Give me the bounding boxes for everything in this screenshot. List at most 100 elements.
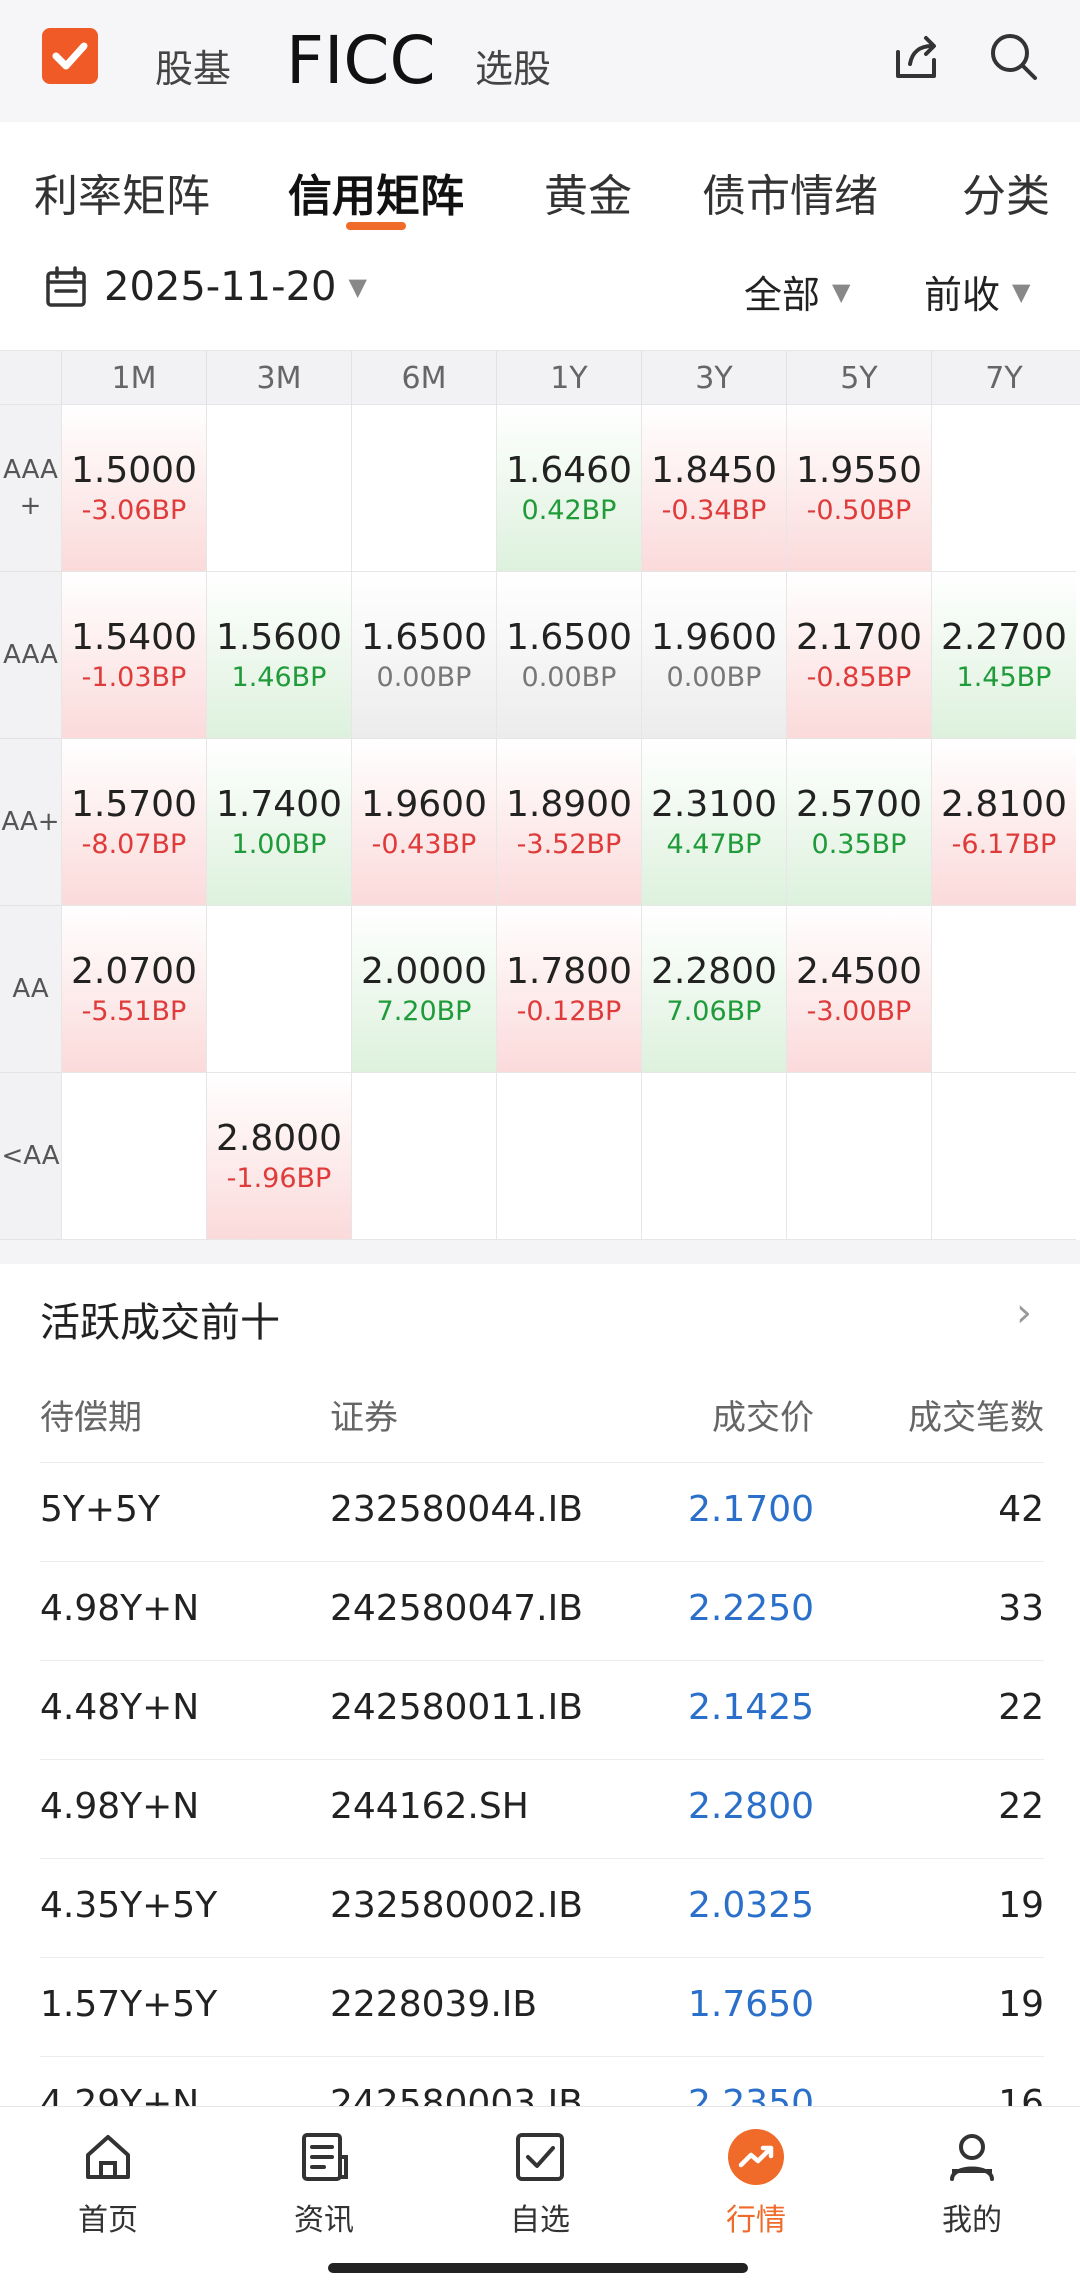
table-row[interactable]: 4.35Y+5Y 232580002.IB 2.0325 19 [40,1858,1044,1957]
tab-rate-matrix[interactable]: 利率矩阵 [34,160,210,224]
top-nav-stock-picker[interactable]: 选股 [475,38,551,93]
matrix-cell[interactable]: 1.5600 1.46BP [206,572,351,739]
matrix-col-header: 1M [61,351,206,406]
section-divider [0,1240,1080,1264]
cell-trade-count: 19 [998,1885,1044,1926]
sub-tab-bar: 利率矩阵 信用矩阵 黄金 债市情绪 分类 [0,122,1080,240]
matrix-cell[interactable]: 1.9600 0.00BP [641,572,786,739]
cell-security: 232580002.IB [330,1885,583,1926]
matrix-cell-change: -0.50BP [806,495,912,526]
matrix-cell-yield: 1.9600 [361,784,487,825]
compare-dropdown[interactable]: 前收 ▼ [924,264,1030,319]
share-icon[interactable] [888,28,946,86]
matrix-cell-yield: 2.2800 [651,951,777,992]
matrix-cell[interactable]: 1.7400 1.00BP [206,739,351,906]
tab-category[interactable]: 分类 [962,160,1050,224]
cell-trade-count: 42 [998,1489,1044,1530]
matrix-cell[interactable]: 1.7800 -0.12BP [496,906,641,1073]
matrix-cell[interactable]: 1.6500 0.00BP [496,572,641,739]
top-nav-ficc[interactable]: FICC [286,22,436,99]
matrix-cell[interactable]: 1.5000 -3.06BP [61,405,206,572]
chevron-right-icon[interactable]: › [1016,1290,1032,1336]
checkbox-icon [516,2133,564,2181]
matrix-cell-yield: 1.7800 [506,951,632,992]
matrix-cell[interactable]: 2.2800 7.06BP [641,906,786,1073]
matrix-cell-change: -0.34BP [661,495,767,526]
tab-credit-matrix[interactable]: 信用矩阵 [288,160,464,224]
date-picker[interactable]: 2025-11-20 ▼ [44,264,367,310]
app-logo[interactable] [42,28,98,84]
matrix-cell-yield: 1.5600 [216,617,342,658]
matrix-cell[interactable]: 1.5700 -8.07BP [61,739,206,906]
top-nav-stocks-funds[interactable]: 股基 [155,38,231,93]
matrix-cell[interactable]: 1.8900 -3.52BP [496,739,641,906]
matrix-col-header: 7Y [931,351,1076,406]
tab-bond-sentiment[interactable]: 债市情绪 [702,160,878,224]
matrix-cell[interactable]: 2.2700 1.45BP [931,572,1076,739]
nav-news[interactable]: 资讯 [254,2127,394,2239]
matrix-cell [931,1073,1076,1240]
matrix-cell-change: -5.51BP [81,996,187,1027]
matrix-cell[interactable]: 1.6460 0.42BP [496,405,641,572]
matrix-cell[interactable]: 2.4500 -3.00BP [786,906,931,1073]
matrix-row-label: AAA + [0,405,61,572]
home-icon [86,2135,130,2179]
matrix-cell-yield: 1.5700 [71,784,197,825]
matrix-cell [641,1073,786,1240]
matrix-cell-yield: 1.9550 [796,450,922,491]
active-tab-indicator [346,222,406,230]
cell-maturity: 4.35Y+5Y [40,1885,218,1926]
matrix-col-header: 3Y [641,351,786,406]
th-security: 证券 [330,1398,398,1438]
matrix-cell[interactable]: 2.0700 -5.51BP [61,906,206,1073]
table-row[interactable]: 4.48Y+N 242580011.IB 2.1425 22 [40,1660,1044,1759]
cell-security: 2228039.IB [330,1984,538,2025]
matrix-cell-change: -3.06BP [81,495,187,526]
matrix-cell[interactable]: 2.3100 4.47BP [641,739,786,906]
compare-value: 前收 [924,273,1001,317]
cell-maturity: 1.57Y+5Y [40,1984,218,2025]
matrix-cell-change: 0.00BP [376,662,472,693]
search-icon[interactable] [985,28,1043,86]
matrix-cell[interactable]: 2.1700 -0.85BP [786,572,931,739]
scope-dropdown[interactable]: 全部 ▼ [744,264,850,319]
matrix-cell[interactable]: 2.8000 -1.96BP [206,1073,351,1240]
matrix-cell-yield: 2.3100 [651,784,777,825]
matrix-cell[interactable]: 1.6500 0.00BP [351,572,496,739]
nav-watchlist[interactable]: 自选 [470,2127,610,2239]
nav-market[interactable]: 行情 [686,2127,826,2239]
matrix-cell [61,1073,206,1240]
matrix-cell[interactable]: 2.0000 7.20BP [351,906,496,1073]
matrix-cell[interactable]: 1.9550 -0.50BP [786,405,931,572]
table-row[interactable]: 4.98Y+N 242580047.IB 2.2250 33 [40,1561,1044,1660]
nav-home[interactable]: 首页 [38,2127,178,2239]
matrix-cell-yield: 2.1700 [796,617,922,658]
matrix-cell-change: 0.00BP [666,662,762,693]
matrix-cell[interactable]: 1.9600 -0.43BP [351,739,496,906]
matrix-cell-yield: 1.7400 [216,784,342,825]
nav-watchlist-label: 自选 [510,2203,570,2238]
matrix-cell-change: 1.45BP [956,662,1052,693]
matrix-cell[interactable]: 2.8100 -6.17BP [931,739,1076,906]
tab-gold[interactable]: 黄金 [544,160,632,224]
matrix-cell-change: -3.52BP [516,829,622,860]
matrix-cell-change: -0.12BP [516,996,622,1027]
cell-security: 244162.SH [330,1786,529,1827]
matrix-cell-yield: 2.4500 [796,951,922,992]
matrix-cell-yield: 2.0700 [71,951,197,992]
nav-profile[interactable]: 我的 [902,2127,1042,2239]
table-row[interactable]: 1.57Y+5Y 2228039.IB 1.7650 19 [40,1957,1044,2056]
matrix-col-header: 1Y [496,351,641,406]
matrix-cell[interactable]: 2.5700 0.35BP [786,739,931,906]
table-row[interactable]: 4.98Y+N 244162.SH 2.2800 22 [40,1759,1044,1858]
matrix-cell [206,405,351,572]
trades-table-header: 待偿期 证券 成交价 成交笔数 [40,1390,1044,1460]
table-row[interactable]: 5Y+5Y 232580044.IB 2.1700 42 [40,1462,1044,1561]
cell-maturity: 4.48Y+N [40,1687,200,1728]
cell-maturity: 4.98Y+N [40,1786,200,1827]
cell-maturity: 5Y+5Y [40,1489,160,1530]
matrix-cell [351,1073,496,1240]
matrix-cell-change: 7.20BP [376,996,472,1027]
matrix-cell[interactable]: 1.8450 -0.34BP [641,405,786,572]
matrix-cell[interactable]: 1.5400 -1.03BP [61,572,206,739]
